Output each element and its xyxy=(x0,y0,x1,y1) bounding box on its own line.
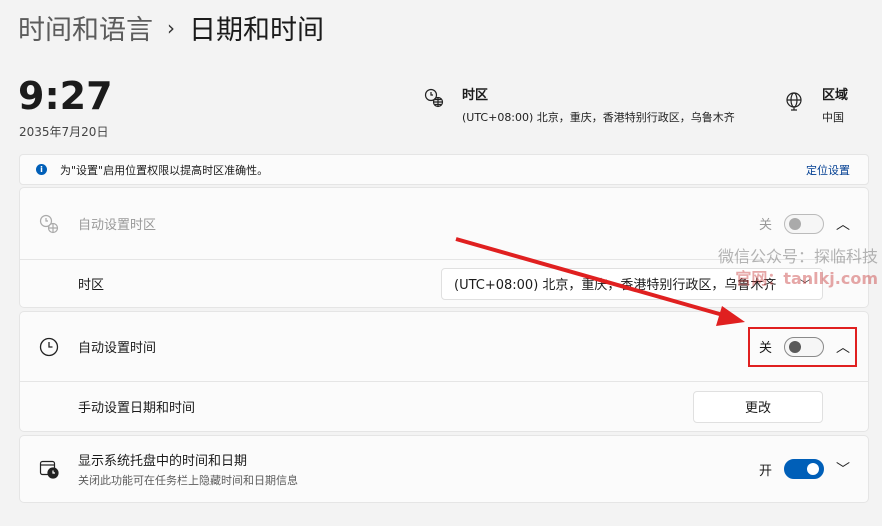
info-text: 为"设置"启用位置权限以提高时区准确性。 xyxy=(60,163,269,177)
page-title: 日期和时间 xyxy=(189,15,324,46)
tray-card: 显示系统托盘中的时间和日期关闭此功能可在任务栏上隐藏时间和日期信息 开 ﹀ xyxy=(19,435,869,503)
auto-time-state: 关 xyxy=(758,341,772,356)
timezone-title: 时区 xyxy=(462,88,489,103)
tray-description: 关闭此功能可在任务栏上隐藏时间和日期信息 xyxy=(78,474,298,487)
manual-time-label: 手动设置日期和时间 xyxy=(78,401,196,416)
timezone-label: 时区 xyxy=(78,278,105,293)
current-time: 9:27 xyxy=(18,74,113,118)
tray-toggle[interactable] xyxy=(784,459,824,479)
region-summary: 区域 中国 xyxy=(785,84,848,125)
breadcrumb-parent[interactable]: 时间和语言 xyxy=(18,8,153,47)
auto-timezone-label: 自动设置时区 xyxy=(78,218,157,233)
clock-globe-icon xyxy=(424,88,446,125)
chevron-down-icon[interactable]: ﹀ xyxy=(836,459,850,479)
location-info-bar: i 为"设置"启用位置权限以提高时区准确性。 定位设置 xyxy=(19,154,869,185)
watermark-line1: 微信公众号：探临科技 xyxy=(717,247,878,266)
region-value: 中国 xyxy=(822,111,844,124)
auto-timezone-state: 关 xyxy=(758,218,772,233)
tray-label: 显示系统托盘中的时间和日期 xyxy=(78,454,248,469)
current-date: 2035年7月20日 xyxy=(19,125,109,139)
tray-state: 开 xyxy=(758,463,772,479)
auto-time-toggle[interactable] xyxy=(784,336,824,357)
auto-time-label: 自动设置时间 xyxy=(78,341,157,356)
auto-time-card: 自动设置时间 关 ︿ 手动设置日期和时间 更改 xyxy=(19,311,869,432)
clock-icon xyxy=(38,336,60,358)
watermark-line2: 官网：tanlkj.com xyxy=(735,269,878,288)
auto-timezone-toggle[interactable] xyxy=(784,213,824,234)
globe-icon xyxy=(785,91,805,125)
region-title: 区域 xyxy=(822,88,849,103)
watermark: 微信公众号：探临科技 官网：tanlkj.com xyxy=(718,246,878,290)
timezone-value: (UTC+08:00) 北京，重庆，香港特别行政区，乌鲁木齐 xyxy=(462,111,735,124)
calendar-clock-icon xyxy=(38,458,60,480)
auto-time-row: 自动设置时间 关 ︿ xyxy=(20,312,868,381)
manual-time-row: 手动设置日期和时间 更改 xyxy=(20,381,868,431)
breadcrumb-separator: › xyxy=(167,15,175,40)
change-button[interactable]: 更改 xyxy=(693,390,823,423)
clock-globe-icon xyxy=(38,213,60,235)
chevron-up-icon[interactable]: ︿ xyxy=(836,337,850,357)
info-icon: i xyxy=(36,164,47,175)
chevron-up-icon[interactable]: ︿ xyxy=(836,214,850,234)
tray-row: 显示系统托盘中的时间和日期关闭此功能可在任务栏上隐藏时间和日期信息 开 ﹀ xyxy=(20,436,868,502)
location-settings-link[interactable]: 定位设置 xyxy=(806,162,850,178)
timezone-summary: 时区 (UTC+08:00) 北京，重庆，香港特别行政区，乌鲁木齐 xyxy=(424,84,735,125)
breadcrumb: 时间和语言 › 日期和时间 xyxy=(18,8,324,47)
